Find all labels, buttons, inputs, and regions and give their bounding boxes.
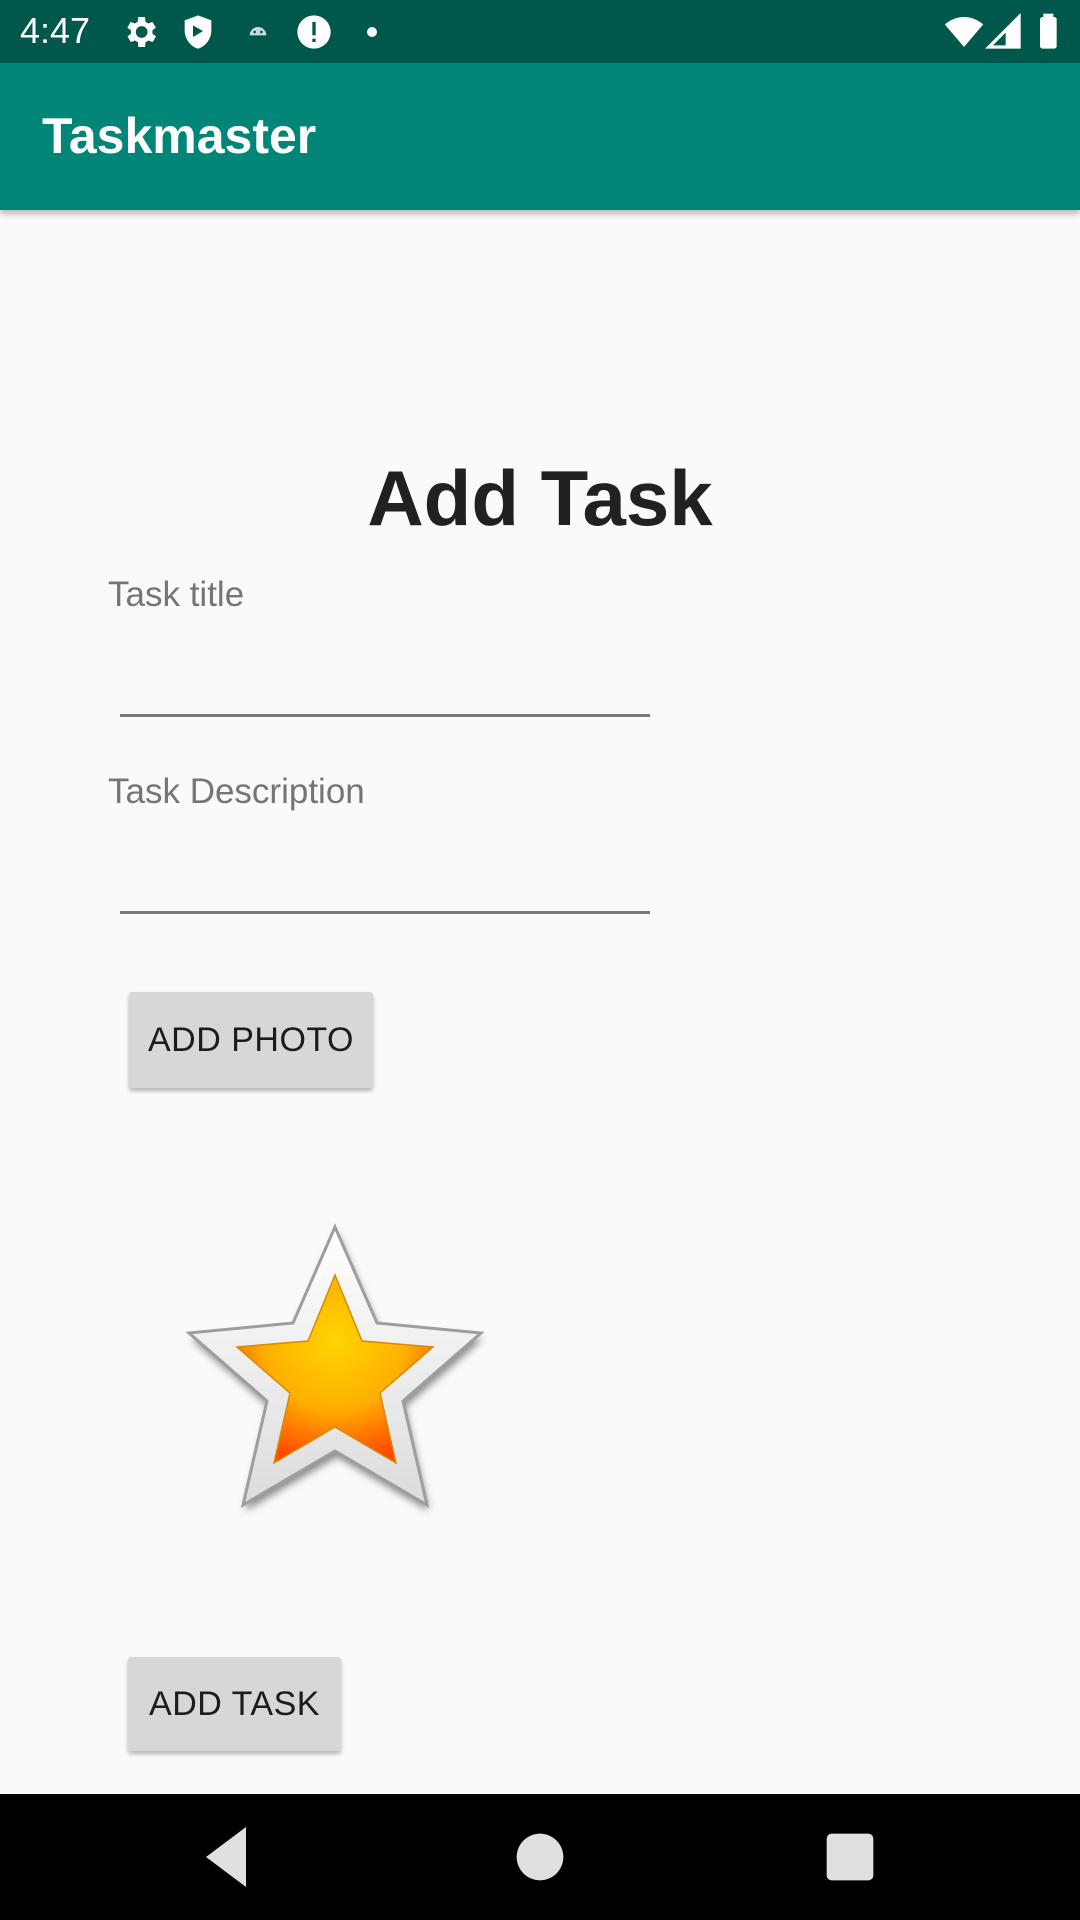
add-task-screen: 4:47 Taskmaster Add Task Task title Task… [0, 0, 1080, 1920]
alert-icon [297, 15, 331, 49]
task-description-label: Task Description [108, 772, 365, 811]
task-description-input[interactable] [120, 854, 650, 914]
add-task-button[interactable]: ADD TASK [128, 1657, 341, 1751]
app-bar: Taskmaster [0, 63, 1080, 210]
battery-icon [1040, 13, 1057, 49]
add-photo-button[interactable]: ADD PHOTO [129, 992, 373, 1088]
back-icon[interactable] [186, 1817, 266, 1897]
status-time: 4:47 [20, 10, 91, 51]
signal-icon [984, 12, 1021, 49]
recents-icon[interactable] [810, 1817, 890, 1897]
navigation-bar [0, 1794, 1080, 1920]
wifi-icon [944, 17, 984, 47]
star-icon [185, 1223, 485, 1511]
task-title-input[interactable] [120, 657, 650, 717]
home-icon[interactable] [500, 1817, 580, 1897]
android-icon [249, 27, 267, 36]
status-bar: 4:47 [0, 0, 1080, 63]
page-title: Add Task [367, 454, 713, 542]
task-title-label: Task title [108, 575, 245, 614]
dot-icon [367, 27, 377, 37]
shield-icon [184, 15, 212, 49]
gear-icon [127, 17, 156, 47]
app-title: Taskmaster [42, 108, 317, 164]
